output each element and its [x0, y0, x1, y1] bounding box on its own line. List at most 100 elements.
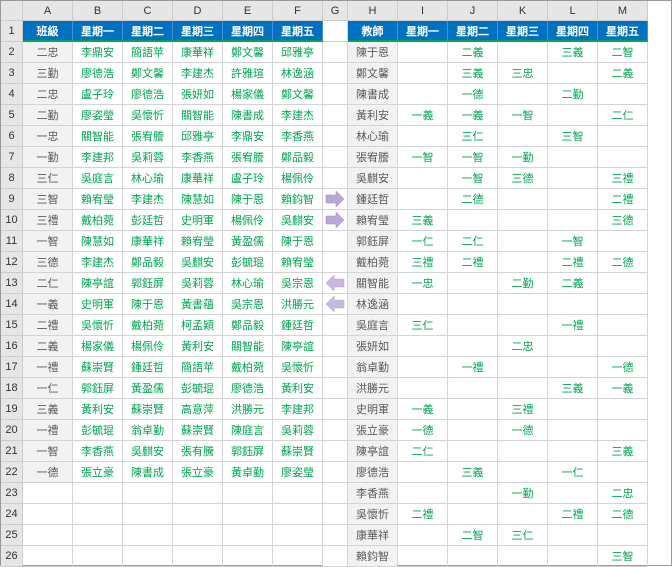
row-header-19[interactable]: 19: [1, 399, 23, 420]
spacer[interactable]: [323, 105, 348, 126]
left-cell[interactable]: 翁卓勤: [123, 420, 173, 441]
left-cell[interactable]: 一義: [23, 294, 73, 315]
right-cell[interactable]: [398, 525, 448, 546]
left-cell[interactable]: 蘇崇賢: [173, 420, 223, 441]
col-header-D[interactable]: D: [173, 1, 223, 21]
right-cell[interactable]: 三智: [548, 126, 598, 147]
spacer[interactable]: [323, 63, 348, 84]
right-cell[interactable]: [398, 42, 448, 63]
left-cell[interactable]: [23, 525, 73, 546]
right-cell[interactable]: 一仁: [548, 462, 598, 483]
left-cell[interactable]: 鄭品毅: [123, 252, 173, 273]
spacer[interactable]: [323, 21, 348, 42]
right-cell[interactable]: 一義: [398, 399, 448, 420]
left-cell[interactable]: 賴宥瑩: [273, 252, 323, 273]
left-cell[interactable]: 彭毓琨: [73, 420, 123, 441]
left-header-2[interactable]: 星期二: [123, 21, 173, 42]
right-cell[interactable]: [548, 441, 598, 462]
row-header-1[interactable]: 1: [1, 21, 23, 42]
right-cell[interactable]: 洪勝元: [348, 378, 398, 399]
left-cell[interactable]: 李建邦: [73, 147, 123, 168]
row-header-25[interactable]: 25: [1, 525, 23, 546]
left-cell[interactable]: [73, 504, 123, 525]
right-cell[interactable]: [598, 147, 648, 168]
right-cell[interactable]: [448, 336, 498, 357]
right-cell[interactable]: 郭鈺屏: [348, 231, 398, 252]
spacer[interactable]: [323, 252, 348, 273]
right-cell[interactable]: 一智: [398, 147, 448, 168]
right-cell[interactable]: [498, 357, 548, 378]
right-cell[interactable]: [548, 294, 598, 315]
right-cell[interactable]: 吳麒安: [348, 168, 398, 189]
right-cell[interactable]: [598, 336, 648, 357]
left-cell[interactable]: 黃書蘊: [173, 294, 223, 315]
right-cell[interactable]: 一義: [598, 378, 648, 399]
right-cell[interactable]: 一德: [498, 420, 548, 441]
right-cell[interactable]: [548, 63, 598, 84]
left-cell[interactable]: 楊佩伶: [123, 336, 173, 357]
left-header-5[interactable]: 星期五: [273, 21, 323, 42]
left-cell[interactable]: 郭鈺屏: [73, 378, 123, 399]
left-cell[interactable]: 史明軍: [173, 210, 223, 231]
left-cell[interactable]: 張立豪: [173, 462, 223, 483]
left-cell[interactable]: 二勤: [23, 105, 73, 126]
spacer[interactable]: [323, 336, 348, 357]
left-cell[interactable]: 吳宗恩: [223, 294, 273, 315]
right-cell[interactable]: 吳懷忻: [348, 504, 398, 525]
left-cell[interactable]: 三義: [23, 399, 73, 420]
left-cell[interactable]: 一智: [23, 231, 73, 252]
right-cell[interactable]: 史明軍: [348, 399, 398, 420]
right-cell[interactable]: [598, 231, 648, 252]
spacer[interactable]: [323, 315, 348, 336]
right-cell[interactable]: 二義: [598, 63, 648, 84]
right-cell[interactable]: 三義: [448, 462, 498, 483]
left-cell[interactable]: 李香燕: [173, 147, 223, 168]
left-cell[interactable]: [73, 525, 123, 546]
left-cell[interactable]: 戴柏菀: [223, 357, 273, 378]
left-cell[interactable]: 賴宥瑩: [173, 231, 223, 252]
left-cell[interactable]: 黃利安: [73, 399, 123, 420]
row-header-26[interactable]: 26: [1, 546, 23, 567]
row-header-8[interactable]: 8: [1, 168, 23, 189]
left-cell[interactable]: 三仁: [23, 168, 73, 189]
right-cell[interactable]: [448, 420, 498, 441]
right-cell[interactable]: 二勤: [548, 84, 598, 105]
right-cell[interactable]: 戴柏菀: [348, 252, 398, 273]
left-cell[interactable]: 廖德浩: [123, 84, 173, 105]
right-cell[interactable]: 一禮: [448, 357, 498, 378]
left-cell[interactable]: 張有騰: [173, 441, 223, 462]
right-cell[interactable]: 二勤: [498, 273, 548, 294]
left-cell[interactable]: 簡語苹: [173, 357, 223, 378]
right-cell[interactable]: 一勤: [498, 147, 548, 168]
left-cell[interactable]: 陳庭言: [223, 420, 273, 441]
right-cell[interactable]: 一義: [448, 105, 498, 126]
right-header-3[interactable]: 星期三: [498, 21, 548, 42]
left-cell[interactable]: 戴柏菀: [73, 210, 123, 231]
right-cell[interactable]: 三禮: [498, 399, 548, 420]
col-header-G[interactable]: G: [323, 1, 348, 21]
right-cell[interactable]: [498, 210, 548, 231]
left-cell[interactable]: 一勤: [23, 147, 73, 168]
col-header-A[interactable]: A: [23, 1, 73, 21]
row-header-6[interactable]: 6: [1, 126, 23, 147]
left-cell[interactable]: 林心瑜: [123, 168, 173, 189]
right-cell[interactable]: 李香燕: [348, 483, 398, 504]
right-cell[interactable]: [598, 525, 648, 546]
left-cell[interactable]: 陳慧如: [173, 189, 223, 210]
col-header-J[interactable]: J: [448, 1, 498, 21]
right-cell[interactable]: 二忠: [598, 483, 648, 504]
right-cell[interactable]: [548, 483, 598, 504]
left-cell[interactable]: 一忠: [23, 126, 73, 147]
right-cell[interactable]: [398, 126, 448, 147]
left-cell[interactable]: [73, 546, 123, 567]
left-cell[interactable]: 鄭品毅: [273, 147, 323, 168]
left-cell[interactable]: 三禮: [23, 210, 73, 231]
right-cell[interactable]: [448, 546, 498, 567]
left-cell[interactable]: 廖姿瑩: [273, 462, 323, 483]
right-cell[interactable]: 二德: [598, 252, 648, 273]
right-cell[interactable]: [498, 294, 548, 315]
left-cell[interactable]: 吳麒安: [173, 252, 223, 273]
right-cell[interactable]: [548, 546, 598, 567]
right-header-5[interactable]: 星期五: [598, 21, 648, 42]
left-cell[interactable]: 二禮: [23, 315, 73, 336]
